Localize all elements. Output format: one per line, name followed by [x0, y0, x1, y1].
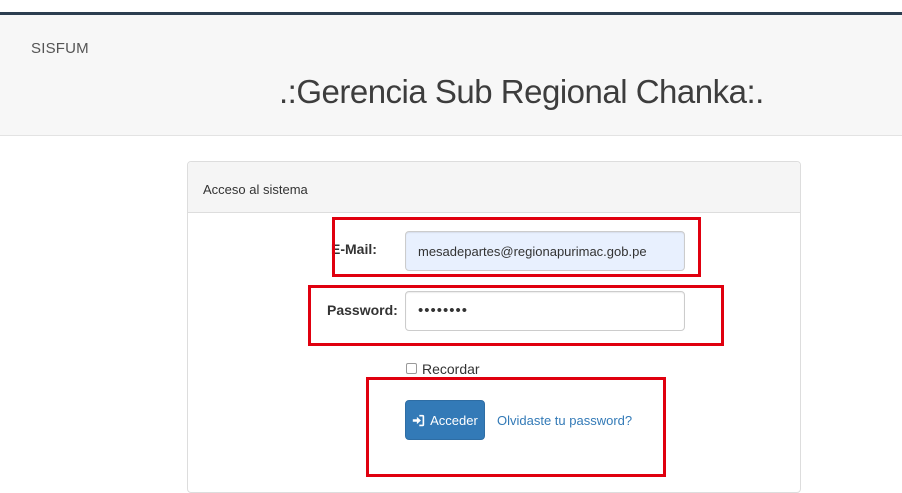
password-label: Password: — [327, 302, 398, 318]
remember-label[interactable]: Recordar — [422, 361, 480, 377]
submit-button[interactable]: Acceder — [405, 400, 485, 440]
password-field[interactable]: •••••••• — [405, 291, 685, 331]
email-label: E-Mail: — [331, 241, 377, 257]
sign-in-icon — [412, 414, 425, 427]
page-title: .:Gerencia Sub Regional Chanka:. — [279, 73, 764, 110]
email-field[interactable]: mesadepartes@regionapurimac.gob.pe — [405, 231, 685, 271]
remember-checkbox[interactable] — [406, 363, 417, 374]
submit-button-label: Acceder — [430, 412, 478, 428]
navbar-brand[interactable]: SISFUM — [31, 40, 89, 57]
navbar: SISFUM .:Gerencia Sub Regional Chanka:. — [0, 15, 902, 136]
panel-heading: Acceso al sistema — [188, 162, 800, 213]
forgot-password-link[interactable]: Olvidaste tu password? — [497, 413, 632, 428]
